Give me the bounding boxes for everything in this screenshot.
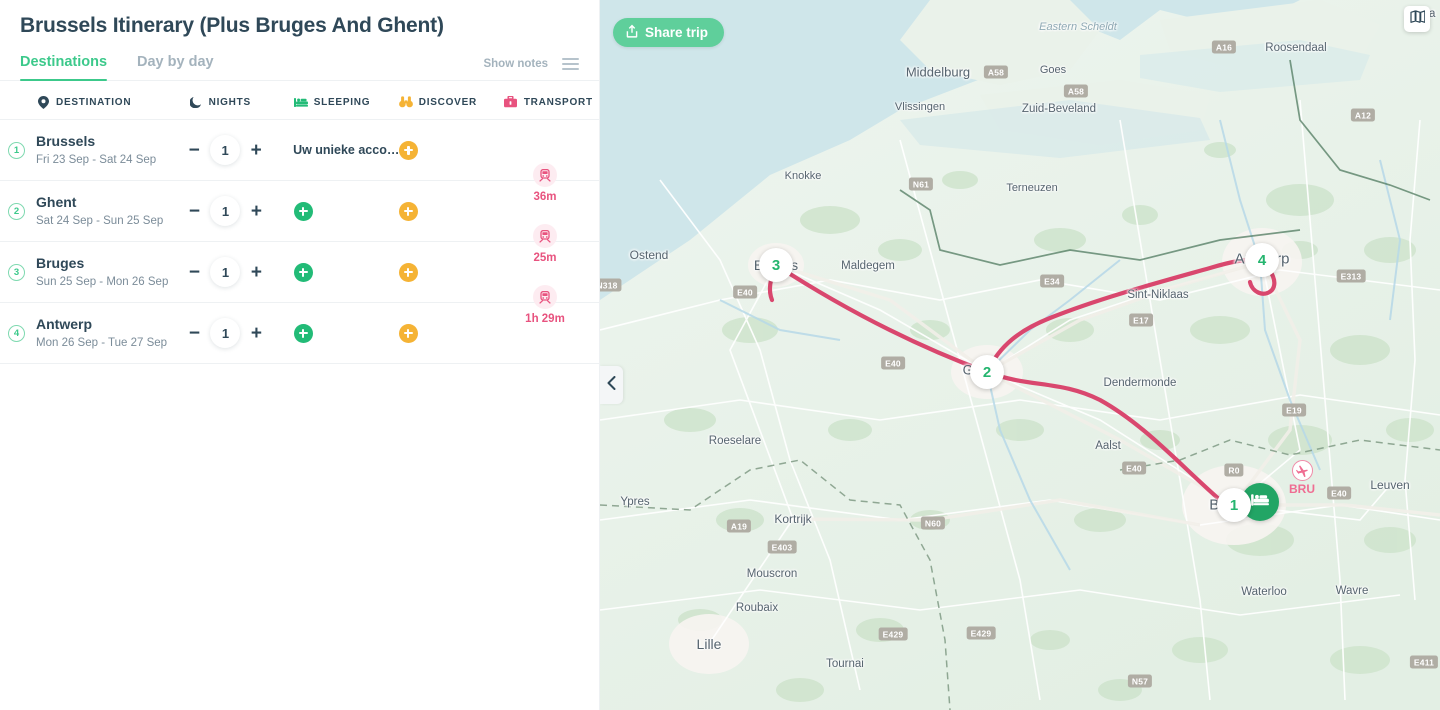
column-header-destination-label: DESTINATION — [56, 96, 132, 108]
destination-cell: 3 Bruges Sun 25 Sep - Mon 26 Sep — [0, 254, 188, 291]
tab-bar: Destinations Day by day Show notes — [0, 54, 599, 81]
column-header-discover: DISCOVER — [398, 95, 504, 109]
sleeping-cell[interactable]: Uw unieke acco… — [293, 143, 399, 157]
map-layers-button[interactable] — [1404, 6, 1430, 32]
sleeping-cell — [293, 262, 399, 282]
destination-name[interactable]: Ghent — [36, 193, 163, 212]
binoculars-icon — [398, 95, 413, 109]
moon-icon — [189, 95, 203, 109]
column-header-destination: DESTINATION — [0, 95, 189, 109]
table-header: DESTINATION NIGHTS SLEEPING DISCOVER TRA… — [0, 81, 599, 120]
app-root: Brussels Itinerary (Plus Bruges And Ghen… — [0, 0, 1440, 710]
discover-cell — [398, 201, 504, 221]
transport-duration: 36m — [533, 191, 557, 203]
order-badge: 1 — [8, 141, 25, 159]
add-discover-icon[interactable] — [398, 201, 418, 221]
map-marker-bruges[interactable]: 3 — [759, 248, 793, 282]
transport-duration: 1h 29m — [525, 313, 565, 325]
decrement-nights-button[interactable]: − — [188, 202, 200, 221]
hamburger-icon[interactable] — [562, 58, 579, 70]
map-marker-ghent[interactable]: 2 — [970, 355, 1004, 389]
map-marker-brussels[interactable]: 1 — [1217, 488, 1251, 522]
briefcase-icon — [504, 95, 518, 109]
tab-bar-actions: Show notes — [483, 58, 579, 80]
add-sleeping-icon[interactable] — [293, 323, 313, 343]
collapse-panel-button[interactable] — [600, 366, 623, 404]
increment-nights-button[interactable]: + — [250, 141, 262, 160]
add-discover-icon[interactable] — [398, 262, 418, 282]
tab-destinations[interactable]: Destinations — [20, 54, 108, 81]
nights-stepper: − 1 + — [188, 318, 293, 348]
decrement-nights-button[interactable]: − — [188, 263, 200, 282]
itinerary-panel: Brussels Itinerary (Plus Bruges And Ghen… — [0, 0, 600, 710]
share-trip-button[interactable]: Share trip — [613, 18, 725, 47]
decrement-nights-button[interactable]: − — [188, 141, 200, 160]
destination-dates[interactable]: Sat 24 Sep - Sun 25 Sep — [36, 213, 163, 230]
column-header-nights-label: NIGHTS — [208, 96, 251, 108]
nights-stepper: − 1 + — [188, 196, 293, 226]
increment-nights-button[interactable]: + — [250, 324, 262, 343]
nights-value[interactable]: 1 — [210, 318, 241, 348]
bed-icon — [293, 95, 308, 109]
destination-cell: 4 Antwerp Mon 26 Sep - Tue 27 Sep — [0, 315, 188, 352]
nights-value[interactable]: 1 — [210, 196, 241, 226]
nights-value[interactable]: 1 — [210, 135, 241, 165]
show-notes-button[interactable]: Show notes — [483, 58, 548, 70]
column-header-sleeping-label: SLEEPING — [313, 96, 371, 108]
transport-leg[interactable]: 1h 29m — [505, 285, 585, 325]
tab-day-by-day[interactable]: Day by day — [137, 54, 214, 80]
destination-name[interactable]: Brussels — [36, 132, 156, 151]
share-upload-icon — [626, 24, 638, 41]
destination-cell: 1 Brussels Fri 23 Sep - Sat 24 Sep — [0, 132, 188, 169]
map-airport-marker[interactable]: BRU — [1289, 460, 1315, 496]
airplane-icon — [1291, 460, 1313, 481]
transport-leg[interactable]: 25m — [505, 224, 585, 264]
discover-cell — [399, 140, 504, 160]
sleeping-cell — [293, 323, 399, 343]
increment-nights-button[interactable]: + — [250, 202, 262, 221]
discover-cell — [398, 323, 504, 343]
map-marker-antwerp[interactable]: 4 — [1245, 243, 1279, 277]
destination-cell: 2 Ghent Sat 24 Sep - Sun 25 Sep — [0, 193, 188, 230]
train-icon — [533, 285, 557, 309]
map-canvas[interactable]: Eastern Scheldt Middelburg Goes Roosenda… — [600, 0, 1440, 710]
discover-cell — [398, 262, 504, 282]
train-icon — [533, 163, 557, 187]
increment-nights-button[interactable]: + — [250, 263, 262, 282]
nights-value[interactable]: 1 — [210, 257, 241, 287]
nights-stepper: − 1 + — [188, 135, 293, 165]
page-title: Brussels Itinerary (Plus Bruges And Ghen… — [20, 14, 444, 37]
destination-name[interactable]: Bruges — [36, 254, 168, 273]
share-trip-label: Share trip — [645, 25, 709, 40]
destination-dates[interactable]: Fri 23 Sep - Sat 24 Sep — [36, 152, 156, 169]
column-header-transport-label: TRANSPORT — [523, 96, 593, 108]
transport-duration: 25m — [533, 252, 557, 264]
order-badge: 2 — [8, 202, 25, 220]
sleeping-cell — [293, 201, 399, 221]
bed-icon — [1251, 493, 1269, 512]
accommodation-name[interactable]: Uw unieke acco… — [293, 143, 399, 157]
map-pin-icon — [36, 95, 50, 109]
order-badge: 3 — [8, 263, 25, 281]
column-header-nights: NIGHTS — [189, 95, 294, 109]
nights-stepper: − 1 + — [188, 257, 293, 287]
decrement-nights-button[interactable]: − — [188, 324, 200, 343]
transport-leg[interactable]: 36m — [505, 163, 585, 203]
airport-code: BRU — [1289, 482, 1315, 496]
destination-name[interactable]: Antwerp — [36, 315, 167, 334]
add-sleeping-icon[interactable] — [293, 201, 313, 221]
map-layers-icon — [1409, 9, 1425, 29]
add-discover-icon[interactable] — [398, 323, 418, 343]
destination-dates[interactable]: Mon 26 Sep - Tue 27 Sep — [36, 335, 167, 352]
chevron-left-icon — [607, 375, 616, 395]
column-header-sleeping: SLEEPING — [293, 95, 399, 109]
map-basemap — [600, 0, 1440, 710]
order-badge: 4 — [8, 324, 25, 342]
train-icon — [533, 224, 557, 248]
add-discover-icon[interactable] — [399, 140, 419, 160]
column-header-transport: TRANSPORT — [504, 95, 599, 109]
add-sleeping-icon[interactable] — [293, 262, 313, 282]
destination-dates[interactable]: Sun 25 Sep - Mon 26 Sep — [36, 274, 168, 291]
column-header-discover-label: DISCOVER — [418, 96, 477, 108]
